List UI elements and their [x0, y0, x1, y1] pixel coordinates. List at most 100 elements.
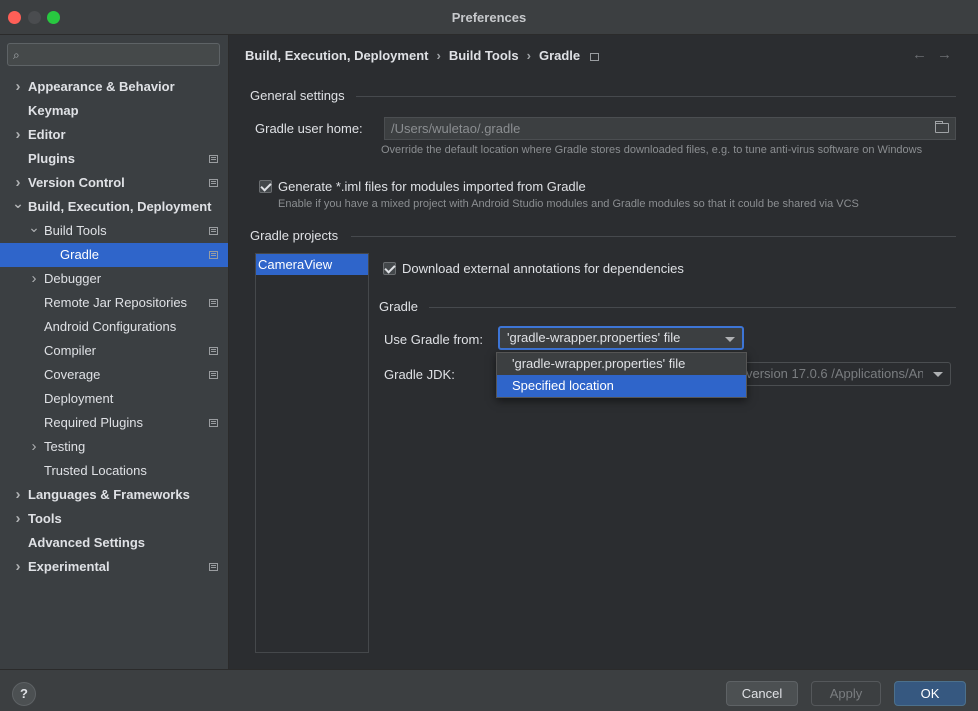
- sidebar-item-label: Remote Jar Repositories: [44, 295, 188, 310]
- breadcrumb-item-gradle: Gradle: [538, 48, 581, 63]
- gradle-jdk-select[interactable]: version 17.0.6 /Applications/And: [729, 362, 951, 386]
- sidebar-item-label: Advanced Settings: [28, 535, 146, 550]
- sidebar-item-android-configurations[interactable]: Android Configurations: [0, 315, 228, 339]
- download-annotations-label: Download external annotations for depend…: [402, 261, 684, 276]
- ok-button[interactable]: OK: [894, 681, 966, 706]
- project-scope-icon: [209, 227, 218, 235]
- back-arrow-icon[interactable]: ←: [912, 46, 937, 63]
- sidebar-item-plugins[interactable]: Plugins: [0, 147, 228, 171]
- generate-iml-checkbox[interactable]: [259, 180, 272, 193]
- chevron-right-icon[interactable]: ›: [12, 555, 24, 579]
- chevron-right-icon[interactable]: ›: [12, 483, 24, 507]
- breadcrumb-item-build[interactable]: Build, Execution, Deployment: [245, 48, 428, 63]
- settings-tree: › Appearance & Behavior Keymap › Editor Plugi…: [0, 75, 228, 579]
- dialog-footer: ? Cancel Apply OK: [0, 669, 978, 711]
- use-gradle-from-label: Use Gradle from:: [384, 332, 483, 347]
- gradle-user-home-field[interactable]: /Users/wuletao/.gradle: [384, 117, 956, 140]
- sidebar-item-editor[interactable]: › Editor: [0, 123, 228, 147]
- folder-icon[interactable]: [935, 121, 949, 133]
- use-gradle-from-value: 'gradle-wrapper.properties' file: [507, 330, 681, 345]
- search-icon: ⌕: [13, 48, 20, 62]
- gradle-user-home-hint: Override the default location where Grad…: [381, 144, 923, 156]
- sidebar-item-build-tools[interactable]: ⌄ Build Tools: [0, 219, 228, 243]
- chevron-down-icon: [933, 372, 943, 377]
- chevron-right-icon[interactable]: ›: [12, 123, 24, 147]
- sidebar-item-experimental[interactable]: › Experimental: [0, 555, 228, 579]
- divider: [351, 236, 956, 237]
- breadcrumb-separator: ›: [436, 48, 441, 63]
- sidebar-item-languages-frameworks[interactable]: › Languages & Frameworks: [0, 483, 228, 507]
- sidebar-item-label: Trusted Locations: [44, 463, 147, 478]
- help-button[interactable]: ?: [12, 682, 36, 706]
- sidebar-item-trusted-locations[interactable]: Trusted Locations: [0, 459, 228, 483]
- project-list-item[interactable]: CameraView: [256, 254, 368, 275]
- settings-sidebar: ⌕ › Appearance & Behavior Keymap › Editor Plu…: [0, 35, 229, 669]
- gradle-section-title: Gradle: [379, 299, 419, 314]
- divider: [429, 307, 956, 308]
- general-settings-title: General settings: [250, 88, 345, 103]
- use-gradle-from-dropdown: 'gradle-wrapper.properties' file Specifi…: [496, 352, 747, 398]
- sidebar-item-label: Tools: [28, 511, 62, 526]
- sidebar-item-version-control[interactable]: › Version Control: [0, 171, 228, 195]
- sidebar-item-tools[interactable]: › Tools: [0, 507, 228, 531]
- sidebar-item-label: Version Control: [28, 175, 125, 190]
- use-gradle-from-select[interactable]: 'gradle-wrapper.properties' file: [498, 326, 744, 350]
- project-scope-icon: [209, 419, 218, 427]
- gradle-user-home-value: /Users/wuletao/.gradle: [391, 121, 521, 136]
- project-scope-icon: [209, 299, 218, 307]
- sidebar-item-label: Testing: [44, 439, 86, 454]
- project-scope-icon: [209, 371, 218, 379]
- breadcrumb-separator: ›: [526, 48, 531, 63]
- search-input[interactable]: ⌕: [7, 43, 220, 66]
- sidebar-item-appearance-behavior[interactable]: › Appearance & Behavior: [0, 75, 228, 99]
- sidebar-item-label: Android Configurations: [44, 319, 177, 334]
- dropdown-option-wrapper[interactable]: 'gradle-wrapper.properties' file: [497, 353, 746, 375]
- dropdown-option-specified-location[interactable]: Specified location: [497, 375, 746, 397]
- sidebar-item-label: Compiler: [44, 343, 97, 358]
- sidebar-item-keymap[interactable]: Keymap: [0, 99, 228, 123]
- sidebar-item-label: Plugins: [28, 151, 75, 166]
- sidebar-item-coverage[interactable]: Coverage: [0, 363, 228, 387]
- sidebar-item-deployment[interactable]: Deployment: [0, 387, 228, 411]
- forward-arrow-icon[interactable]: →: [937, 46, 962, 63]
- sidebar-item-label: Editor: [28, 127, 66, 142]
- chevron-down-icon[interactable]: ⌄: [28, 215, 40, 239]
- breadcrumb-item-build-tools[interactable]: Build Tools: [449, 48, 519, 63]
- project-scope-icon: [209, 155, 218, 163]
- chevron-right-icon[interactable]: ›: [12, 75, 24, 99]
- project-scope-icon: [590, 52, 600, 61]
- chevron-right-icon[interactable]: ›: [12, 507, 24, 531]
- sidebar-item-label: Deployment: [44, 391, 114, 406]
- chevron-right-icon[interactable]: ›: [28, 267, 40, 291]
- apply-button[interactable]: Apply: [811, 681, 881, 706]
- sidebar-item-compiler[interactable]: Compiler: [0, 339, 228, 363]
- generate-iml-hint: Enable if you have a mixed project with …: [278, 198, 859, 210]
- breadcrumb: Build, Execution, Deployment › Build Tools…: [245, 48, 600, 63]
- sidebar-item-label: Coverage: [44, 367, 101, 382]
- sidebar-item-label: Build Tools: [44, 223, 107, 238]
- sidebar-item-label: Build, Execution, Deployment: [28, 199, 212, 214]
- generate-iml-label: Generate *.iml files for modules importe…: [278, 179, 586, 194]
- project-scope-icon: [209, 251, 218, 259]
- project-scope-icon: [209, 179, 218, 187]
- sidebar-item-required-plugins[interactable]: Required Plugins: [0, 411, 228, 435]
- gradle-projects-title: Gradle projects: [250, 228, 339, 243]
- sidebar-item-label: Languages & Frameworks: [28, 487, 190, 502]
- sidebar-item-label: Required Plugins: [44, 415, 144, 430]
- chevron-down-icon[interactable]: ⌄: [12, 191, 24, 215]
- chevron-right-icon[interactable]: ›: [28, 435, 40, 459]
- sidebar-item-label: Appearance & Behavior: [28, 79, 175, 94]
- download-annotations-checkbox[interactable]: [383, 262, 396, 275]
- gradle-jdk-label: Gradle JDK:: [384, 367, 455, 382]
- sidebar-item-advanced-settings[interactable]: Advanced Settings: [0, 531, 228, 555]
- nav-arrows: ←→: [912, 46, 962, 63]
- sidebar-item-label: Experimental: [28, 559, 110, 574]
- sidebar-item-debugger[interactable]: › Debugger: [0, 267, 228, 291]
- cancel-button[interactable]: Cancel: [726, 681, 798, 706]
- sidebar-item-remote-jar-repositories[interactable]: Remote Jar Repositories: [0, 291, 228, 315]
- sidebar-item-label: Gradle: [60, 247, 100, 262]
- sidebar-item-testing[interactable]: › Testing: [0, 435, 228, 459]
- chevron-down-icon: [725, 337, 735, 342]
- sidebar-item-gradle[interactable]: Gradle: [0, 243, 228, 267]
- gradle-user-home-label: Gradle user home:: [255, 121, 363, 136]
